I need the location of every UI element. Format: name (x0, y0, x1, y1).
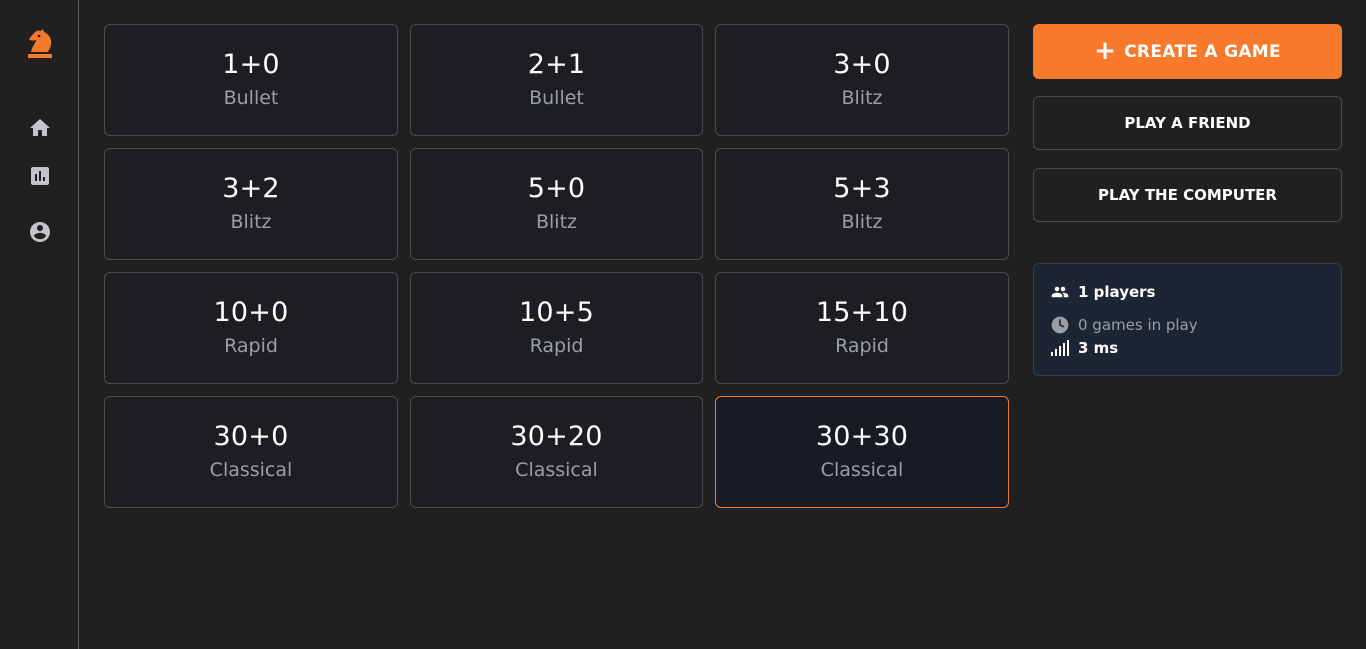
time-control-card[interactable]: 1+0 Bullet (104, 24, 398, 136)
time-control-category: Classical (820, 459, 904, 481)
clock-icon (1051, 316, 1069, 334)
play-computer-button[interactable]: PLAY THE COMPUTER (1033, 168, 1342, 222)
account-circle-icon[interactable] (28, 220, 52, 244)
home-icon[interactable] (28, 116, 52, 140)
time-control-category: Rapid (529, 335, 584, 357)
knight-logo-icon[interactable] (24, 28, 56, 60)
games-stat: 0 games in play (1050, 315, 1198, 335)
time-control-time: 15+10 (815, 297, 909, 328)
time-control-category: Blitz (230, 211, 272, 233)
create-game-label: CREATE A GAME (1124, 41, 1281, 62)
play-computer-label: PLAY THE COMPUTER (1098, 186, 1277, 204)
time-control-time: 2+1 (527, 49, 586, 80)
ping-stat: 3 ms (1050, 339, 1118, 357)
time-control-card[interactable]: 10+0 Rapid (104, 272, 398, 384)
players-count: 1 players (1078, 283, 1156, 301)
players-stat: 1 players (1050, 283, 1155, 301)
time-control-card[interactable]: 10+5 Rapid (410, 272, 703, 384)
lobby-stats-panel: 1 players 0 games in play 3 ms (1033, 263, 1342, 376)
time-control-time: 1+0 (222, 49, 280, 80)
time-control-category: Classical (209, 459, 293, 481)
time-control-card[interactable]: 5+0 Blitz (410, 148, 703, 260)
time-control-card[interactable]: 5+3 Blitz (715, 148, 1009, 260)
time-control-card[interactable]: 3+0 Blitz (715, 24, 1009, 136)
time-control-time: 3+0 (833, 49, 891, 80)
time-control-category: Rapid (835, 335, 889, 357)
time-control-card[interactable]: 3+2 Blitz (104, 148, 398, 260)
signal-icon (1051, 340, 1069, 356)
play-friend-label: PLAY A FRIEND (1124, 114, 1251, 132)
action-panel: + CREATE A GAME PLAY A FRIEND PLAY THE C… (1033, 24, 1342, 376)
time-control-category: Classical (515, 459, 598, 481)
time-control-category: Rapid (224, 335, 278, 357)
time-control-grid: 1+0 Bullet 2+1 Bullet 3+0 Blitz 3+2 Blitz 5+… (104, 24, 1009, 508)
time-control-card[interactable]: 30+0 Classical (104, 396, 398, 508)
time-control-card[interactable]: 2+1 Bullet (410, 24, 703, 136)
time-control-time: 10+5 (519, 297, 594, 328)
time-control-category: Blitz (841, 87, 883, 109)
plus-icon: + (1094, 35, 1117, 66)
time-control-category: Blitz (535, 211, 577, 233)
time-control-category: Bullet (223, 87, 279, 109)
sidebar (0, 0, 79, 649)
time-control-time: 30+20 (510, 421, 603, 452)
time-control-card-selected[interactable]: 30+30 Classical (715, 396, 1009, 508)
users-icon (1051, 286, 1069, 298)
time-control-time: 5+0 (527, 173, 586, 204)
time-control-time: 30+0 (213, 421, 289, 452)
time-control-time: 3+2 (222, 173, 280, 204)
games-count: 0 games in play (1078, 316, 1198, 334)
chart-icon[interactable] (28, 164, 52, 188)
time-control-card[interactable]: 15+10 Rapid (715, 272, 1009, 384)
time-control-time: 30+30 (815, 421, 909, 452)
time-control-time: 5+3 (833, 173, 891, 204)
time-control-category: Bullet (529, 87, 584, 109)
time-control-time: 10+0 (213, 297, 289, 328)
ping-value: 3 ms (1078, 339, 1119, 357)
play-friend-button[interactable]: PLAY A FRIEND (1033, 96, 1342, 150)
time-control-category: Blitz (841, 211, 883, 233)
create-game-button[interactable]: + CREATE A GAME (1033, 24, 1342, 79)
time-control-card[interactable]: 30+20 Classical (410, 396, 703, 508)
